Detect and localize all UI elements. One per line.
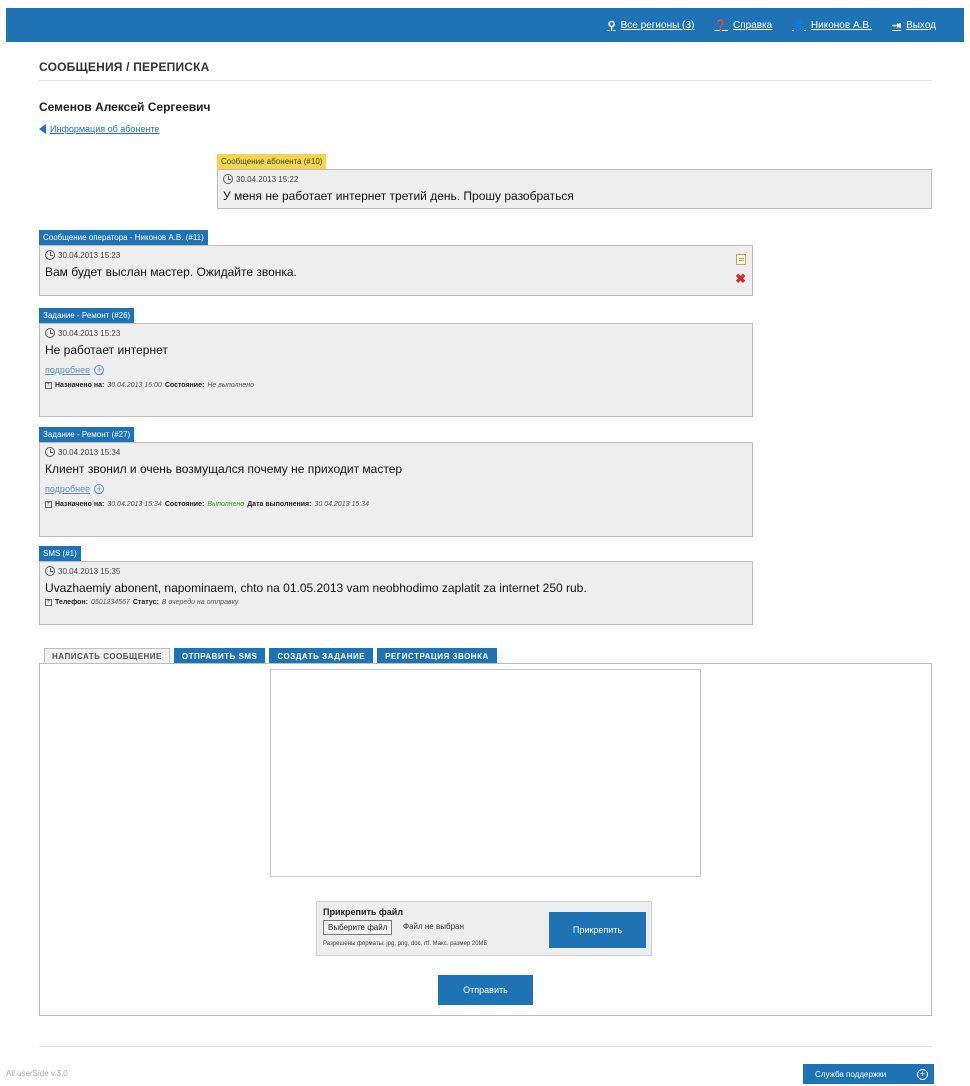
footer-divider: [39, 1046, 932, 1047]
back-arrow-icon: [39, 124, 46, 134]
status-value: Не выполнено: [207, 382, 255, 389]
delete-icon[interactable]: ✖: [735, 272, 746, 285]
client-message: Сообщение абонента (#10) 30.04.2013 15:2…: [217, 151, 932, 209]
client-info-label: Информация об абоненте: [50, 124, 160, 134]
message-text: Не работает интернет: [45, 343, 168, 357]
assigned-label: Назначено на:: [55, 501, 105, 508]
status-label: Состояние:: [164, 501, 205, 508]
tab-call-registration[interactable]: РЕГИСТРАЦИЯ ЗВОНКА: [377, 648, 497, 664]
assigned-label: Назначено на:: [55, 382, 105, 389]
user-icon: 👤: [792, 19, 806, 32]
task-footer: + Назначено на: 30.04.2013 15:00 Состоян…: [45, 382, 747, 389]
client-info-link[interactable]: Информация об абоненте: [39, 124, 159, 134]
message-body: 30.04.2013 15:34 Клиент звонил и очень в…: [39, 442, 753, 537]
message-body: 30.04.2013 15:23 Не работает интернет по…: [39, 323, 753, 417]
phone-value: 0501234567: [90, 599, 130, 606]
message-meta: 30.04.2013 15:22: [223, 172, 926, 186]
message-tag: Задание - Ремонт (#27): [39, 427, 135, 442]
status-label: Состояние:: [164, 382, 205, 389]
completed-value: 30.04.2013 15:34: [314, 501, 369, 508]
client-name: Семенов Алексей Сергеевич: [39, 100, 211, 114]
user-link[interactable]: 👤 Никонов А.В.: [792, 19, 872, 32]
message-time: 30.04.2013 15:23: [58, 328, 121, 338]
message-meta: 30.04.2013 15:34: [45, 445, 747, 459]
location-pin-icon: ⚲: [607, 19, 616, 32]
message-body: 30.04.2013 15:23 Вам будет выслан мастер…: [39, 245, 753, 296]
message-text: Вам будет выслан мастер. Ожидайте звонка…: [45, 265, 297, 279]
attach-file-panel: Прикрепить файл Выберите файл Файл не вы…: [316, 901, 652, 956]
top-bar: ⚲ Все регионы (3) ❓ Справка 👤 Никонов А.…: [6, 8, 964, 42]
expand-icon: +: [94, 484, 105, 494]
message-text: У меня не работает интернет третий день.…: [223, 189, 574, 203]
no-file-label: Файл не выбран: [403, 922, 464, 931]
clock-icon: [45, 328, 55, 338]
expand-box-icon[interactable]: +: [45, 382, 52, 389]
message-time: 30.04.2013 15:34: [58, 447, 121, 457]
clock-icon: [45, 250, 55, 260]
task-message: Задание - Ремонт (#26) 30.04.2013 15:23 …: [39, 305, 753, 417]
send-button[interactable]: Отправить: [438, 975, 533, 1005]
title-divider: [39, 80, 932, 81]
clock-icon: [45, 447, 55, 457]
completed-label: Дата выполнения:: [247, 501, 312, 508]
tab-send-sms[interactable]: ОТПРАВИТЬ SMS: [173, 648, 266, 664]
message-body: 30.04.2013 15:22 У меня не работает инте…: [217, 169, 932, 209]
top-nav: ⚲ Все регионы (3) ❓ Справка 👤 Никонов А.…: [608, 8, 936, 42]
plus-icon: +: [917, 1068, 928, 1080]
choose-file-button[interactable]: Выберите файл: [323, 920, 393, 935]
regions-link[interactable]: ⚲ Все регионы (3): [608, 19, 695, 32]
assigned-value: 30.04.2013 15:00: [107, 382, 162, 389]
expand-box-icon[interactable]: +: [45, 501, 52, 508]
details-label: подробнее: [45, 484, 91, 494]
clock-icon: [45, 566, 55, 576]
operator-message: Сообщение оператора - Никонов А.В. (#11)…: [39, 227, 753, 296]
phone-label: Телефон:: [55, 599, 88, 606]
details-link[interactable]: подробнее +: [45, 365, 747, 375]
support-button[interactable]: Служба поддержки +: [803, 1064, 934, 1084]
status-value: В очереди на отправку: [161, 599, 239, 606]
message-text: Клиент звонил и очень возмущался почему …: [45, 462, 403, 476]
support-label: Служба поддержки: [815, 1069, 887, 1079]
help-icon: ❓: [714, 19, 728, 32]
sms-footer: + Телефон: 0501234567 Статус: В очереди …: [45, 599, 747, 606]
attach-button[interactable]: Прикрепить: [549, 912, 646, 948]
details-link[interactable]: подробнее +: [45, 484, 747, 494]
message-time: 30.04.2013 15:35: [58, 566, 121, 576]
attach-title: Прикрепить файл: [323, 907, 404, 917]
message-text: Uvazhaemiy abonent, napominaem, chto na …: [45, 581, 587, 595]
logout-link[interactable]: ⇥ Выход: [892, 19, 936, 32]
message-tag: Сообщение абонента (#10): [217, 154, 327, 169]
version-label: All userSide v.3.0: [6, 1069, 68, 1078]
message-tag: SMS (#1): [39, 546, 81, 561]
logout-icon: ⇥: [891, 19, 902, 32]
message-tag: Задание - Ремонт (#26): [39, 308, 135, 323]
message-time: 30.04.2013 15:23: [58, 250, 121, 260]
task-message: Задание - Ремонт (#27) 30.04.2013 15:34 …: [39, 424, 753, 537]
user-label: Никонов А.В.: [810, 19, 872, 31]
tab-create-task[interactable]: СОЗДАТЬ ЗАДАНИЕ: [269, 648, 374, 664]
help-link[interactable]: ❓ Справка: [714, 19, 772, 32]
clock-icon: [223, 174, 233, 184]
message-meta: 30.04.2013 15:23: [45, 326, 747, 340]
message-meta: 30.04.2013 15:35: [45, 564, 747, 578]
message-time: 30.04.2013 15:22: [236, 174, 299, 184]
status-label: Статус:: [132, 599, 159, 606]
file-format-hint: Разрешены форматы: jpg, png, doc, rtf. М…: [323, 941, 488, 947]
page-title: СООБЩЕНИЯ / ПЕРЕПИСКА: [39, 60, 210, 74]
logout-label: Выход: [906, 19, 936, 31]
sms-message: SMS (#1) 30.04.2013 15:35 Uvazhaemiy abo…: [39, 543, 753, 625]
help-label: Справка: [732, 19, 773, 31]
message-body: 30.04.2013 15:35 Uvazhaemiy abonent, nap…: [39, 561, 753, 625]
message-meta: 30.04.2013 15:23: [45, 248, 747, 262]
expand-box-icon[interactable]: +: [45, 599, 52, 606]
message-textarea[interactable]: [270, 669, 701, 877]
task-footer: + Назначено на: 30.04.2013 15:34 Состоян…: [45, 501, 747, 508]
message-tag: Сообщение оператора - Никонов А.В. (#11): [39, 230, 208, 245]
status-value: Выполнено: [207, 501, 245, 508]
assigned-value: 30.04.2013 15:34: [107, 501, 162, 508]
regions-label: Все регионы (3): [620, 19, 695, 31]
details-label: подробнее: [45, 365, 91, 375]
edit-icon[interactable]: [736, 254, 746, 265]
expand-icon: +: [94, 365, 105, 375]
